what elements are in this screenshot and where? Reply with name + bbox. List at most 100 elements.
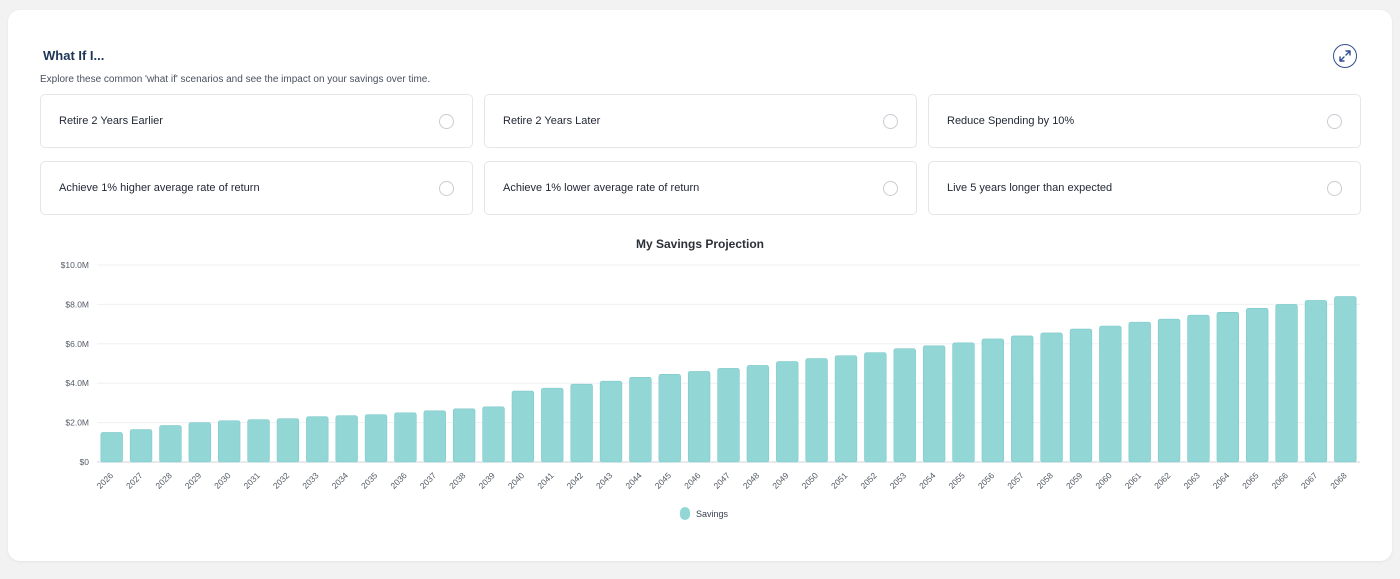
scenario-option-reduce-spending[interactable]: Reduce Spending by 10%	[928, 94, 1361, 148]
x-tick-label: 2050	[800, 470, 821, 491]
scenario-label: Retire 2 Years Later	[503, 115, 601, 127]
bar-2057	[1011, 335, 1034, 463]
bar-2036	[394, 412, 417, 463]
x-tick-label: 2055	[946, 470, 967, 491]
bar-2062	[1157, 318, 1181, 463]
x-tick-label: 2035	[359, 470, 380, 491]
y-tick-label: $6.0M	[65, 339, 89, 349]
card-title: What If I...	[43, 48, 105, 63]
x-tick-label: 2042	[565, 470, 586, 491]
y-tick-label: $10.0M	[61, 260, 89, 270]
bar-2041	[541, 387, 564, 463]
x-tick-label: 2057	[1005, 470, 1026, 491]
x-tick-label: 2043	[594, 470, 615, 491]
scenario-label: Retire 2 Years Earlier	[59, 115, 163, 127]
x-tick-label: 2045	[653, 470, 674, 491]
scenario-label: Reduce Spending by 10%	[947, 115, 1075, 127]
expand-button[interactable]	[1333, 44, 1357, 68]
y-tick-label: $2.0M	[65, 418, 89, 428]
bar-2033	[306, 416, 329, 463]
bar-2045	[658, 374, 681, 463]
x-tick-label: 2064	[1211, 470, 1232, 491]
x-tick-label: 2067	[1299, 470, 1320, 491]
bar-2047	[717, 368, 740, 463]
x-tick-label: 2028	[153, 470, 174, 491]
scenario-option-higher-return[interactable]: Achieve 1% higher average rate of return	[40, 161, 473, 215]
scenario-radio[interactable]	[1327, 180, 1342, 196]
bar-2027	[129, 429, 153, 463]
x-tick-label: 2030	[212, 470, 233, 491]
x-tick-label: 2039	[476, 470, 497, 491]
scenario-radio[interactable]	[439, 113, 454, 129]
x-tick-label: 2027	[124, 470, 145, 491]
bar-2060	[1099, 325, 1122, 463]
savings-chart: $0 $2.0M $4.0M $6.0M $8.0M $10.0M 2026 2027 2028…	[61, 260, 1360, 491]
x-tick-label: 2026	[95, 470, 116, 491]
x-tick-label: 2060	[1093, 470, 1114, 491]
bar-2037	[423, 410, 446, 463]
bar-2048	[746, 365, 770, 463]
scenario-option-retire-later[interactable]: Retire 2 Years Later	[484, 94, 917, 148]
y-tick-label: $0	[80, 457, 90, 467]
bar-2065	[1246, 308, 1269, 463]
scenario-radio[interactable]	[439, 180, 454, 196]
scenario-radio[interactable]	[1327, 113, 1342, 129]
x-tick-label: 2061	[1123, 470, 1144, 491]
bar-2038	[452, 408, 476, 463]
x-tick-label: 2041	[535, 470, 556, 491]
bar-2063	[1187, 314, 1210, 463]
card-subtitle: Explore these common 'what if' scenarios…	[40, 74, 431, 85]
x-tick-label: 2044	[623, 470, 644, 491]
x-tick-label: 2033	[300, 470, 321, 491]
x-tick-label: 2038	[447, 470, 468, 491]
bar-2066	[1275, 304, 1298, 463]
bar-2059	[1069, 328, 1093, 463]
scenario-option-live-longer[interactable]: Live 5 years longer than expected	[928, 161, 1361, 215]
bar-2050	[805, 358, 828, 463]
x-tick-label: 2052	[858, 470, 879, 491]
bar-2051	[834, 355, 858, 463]
scenario-label: Achieve 1% higher average rate of return	[59, 182, 260, 194]
x-tick-label: 2029	[183, 470, 204, 491]
scenario-option-lower-return[interactable]: Achieve 1% lower average rate of return	[484, 161, 917, 215]
x-tick-label: 2065	[1240, 470, 1261, 491]
scenario-radio[interactable]	[883, 113, 898, 129]
bar-2042	[570, 383, 593, 463]
bar-2031	[247, 419, 270, 463]
what-if-card: What If I... Explore these common 'what …	[8, 10, 1392, 561]
x-tick-label: 2056	[976, 470, 997, 491]
scenario-radio[interactable]	[883, 180, 898, 196]
x-tick-label: 2054	[917, 470, 938, 491]
expand-icon	[1339, 50, 1351, 62]
scenario-label: Achieve 1% lower average rate of return	[503, 182, 700, 194]
x-tick-label: 2051	[829, 470, 850, 491]
bar-2061	[1128, 321, 1151, 463]
x-tick-label: 2040	[506, 470, 527, 491]
x-tick-label: 2063	[1181, 470, 1202, 491]
bar-2040	[511, 390, 535, 463]
x-tick-label: 2046	[682, 470, 703, 491]
chart-legend[interactable]: Savings	[680, 507, 728, 520]
bar-2046	[687, 371, 711, 463]
x-tick-label: 2037	[418, 470, 439, 491]
x-tick-label: 2047	[711, 470, 732, 491]
bar-2039	[482, 406, 505, 463]
scenario-option-retire-earlier[interactable]: Retire 2 Years Earlier	[40, 94, 473, 148]
bar-2032	[276, 418, 300, 463]
x-tick-label: 2036	[388, 470, 409, 491]
bar-2053	[893, 348, 916, 463]
x-tick-label: 2062	[1152, 470, 1173, 491]
x-tick-label: 2053	[888, 470, 909, 491]
bar-2030	[218, 420, 241, 463]
legend-swatch	[680, 507, 690, 520]
bar-2034	[335, 415, 358, 463]
bar-2035	[364, 414, 388, 463]
x-tick-label: 2058	[1035, 470, 1056, 491]
x-tick-label: 2059	[1064, 470, 1085, 491]
x-tick-label: 2048	[741, 470, 762, 491]
y-tick-label: $8.0M	[65, 299, 89, 309]
y-tick-label: $4.0M	[65, 378, 89, 388]
bar-2029	[188, 422, 211, 463]
x-tick-label: 2049	[770, 470, 791, 491]
x-tick-label: 2066	[1270, 470, 1291, 491]
